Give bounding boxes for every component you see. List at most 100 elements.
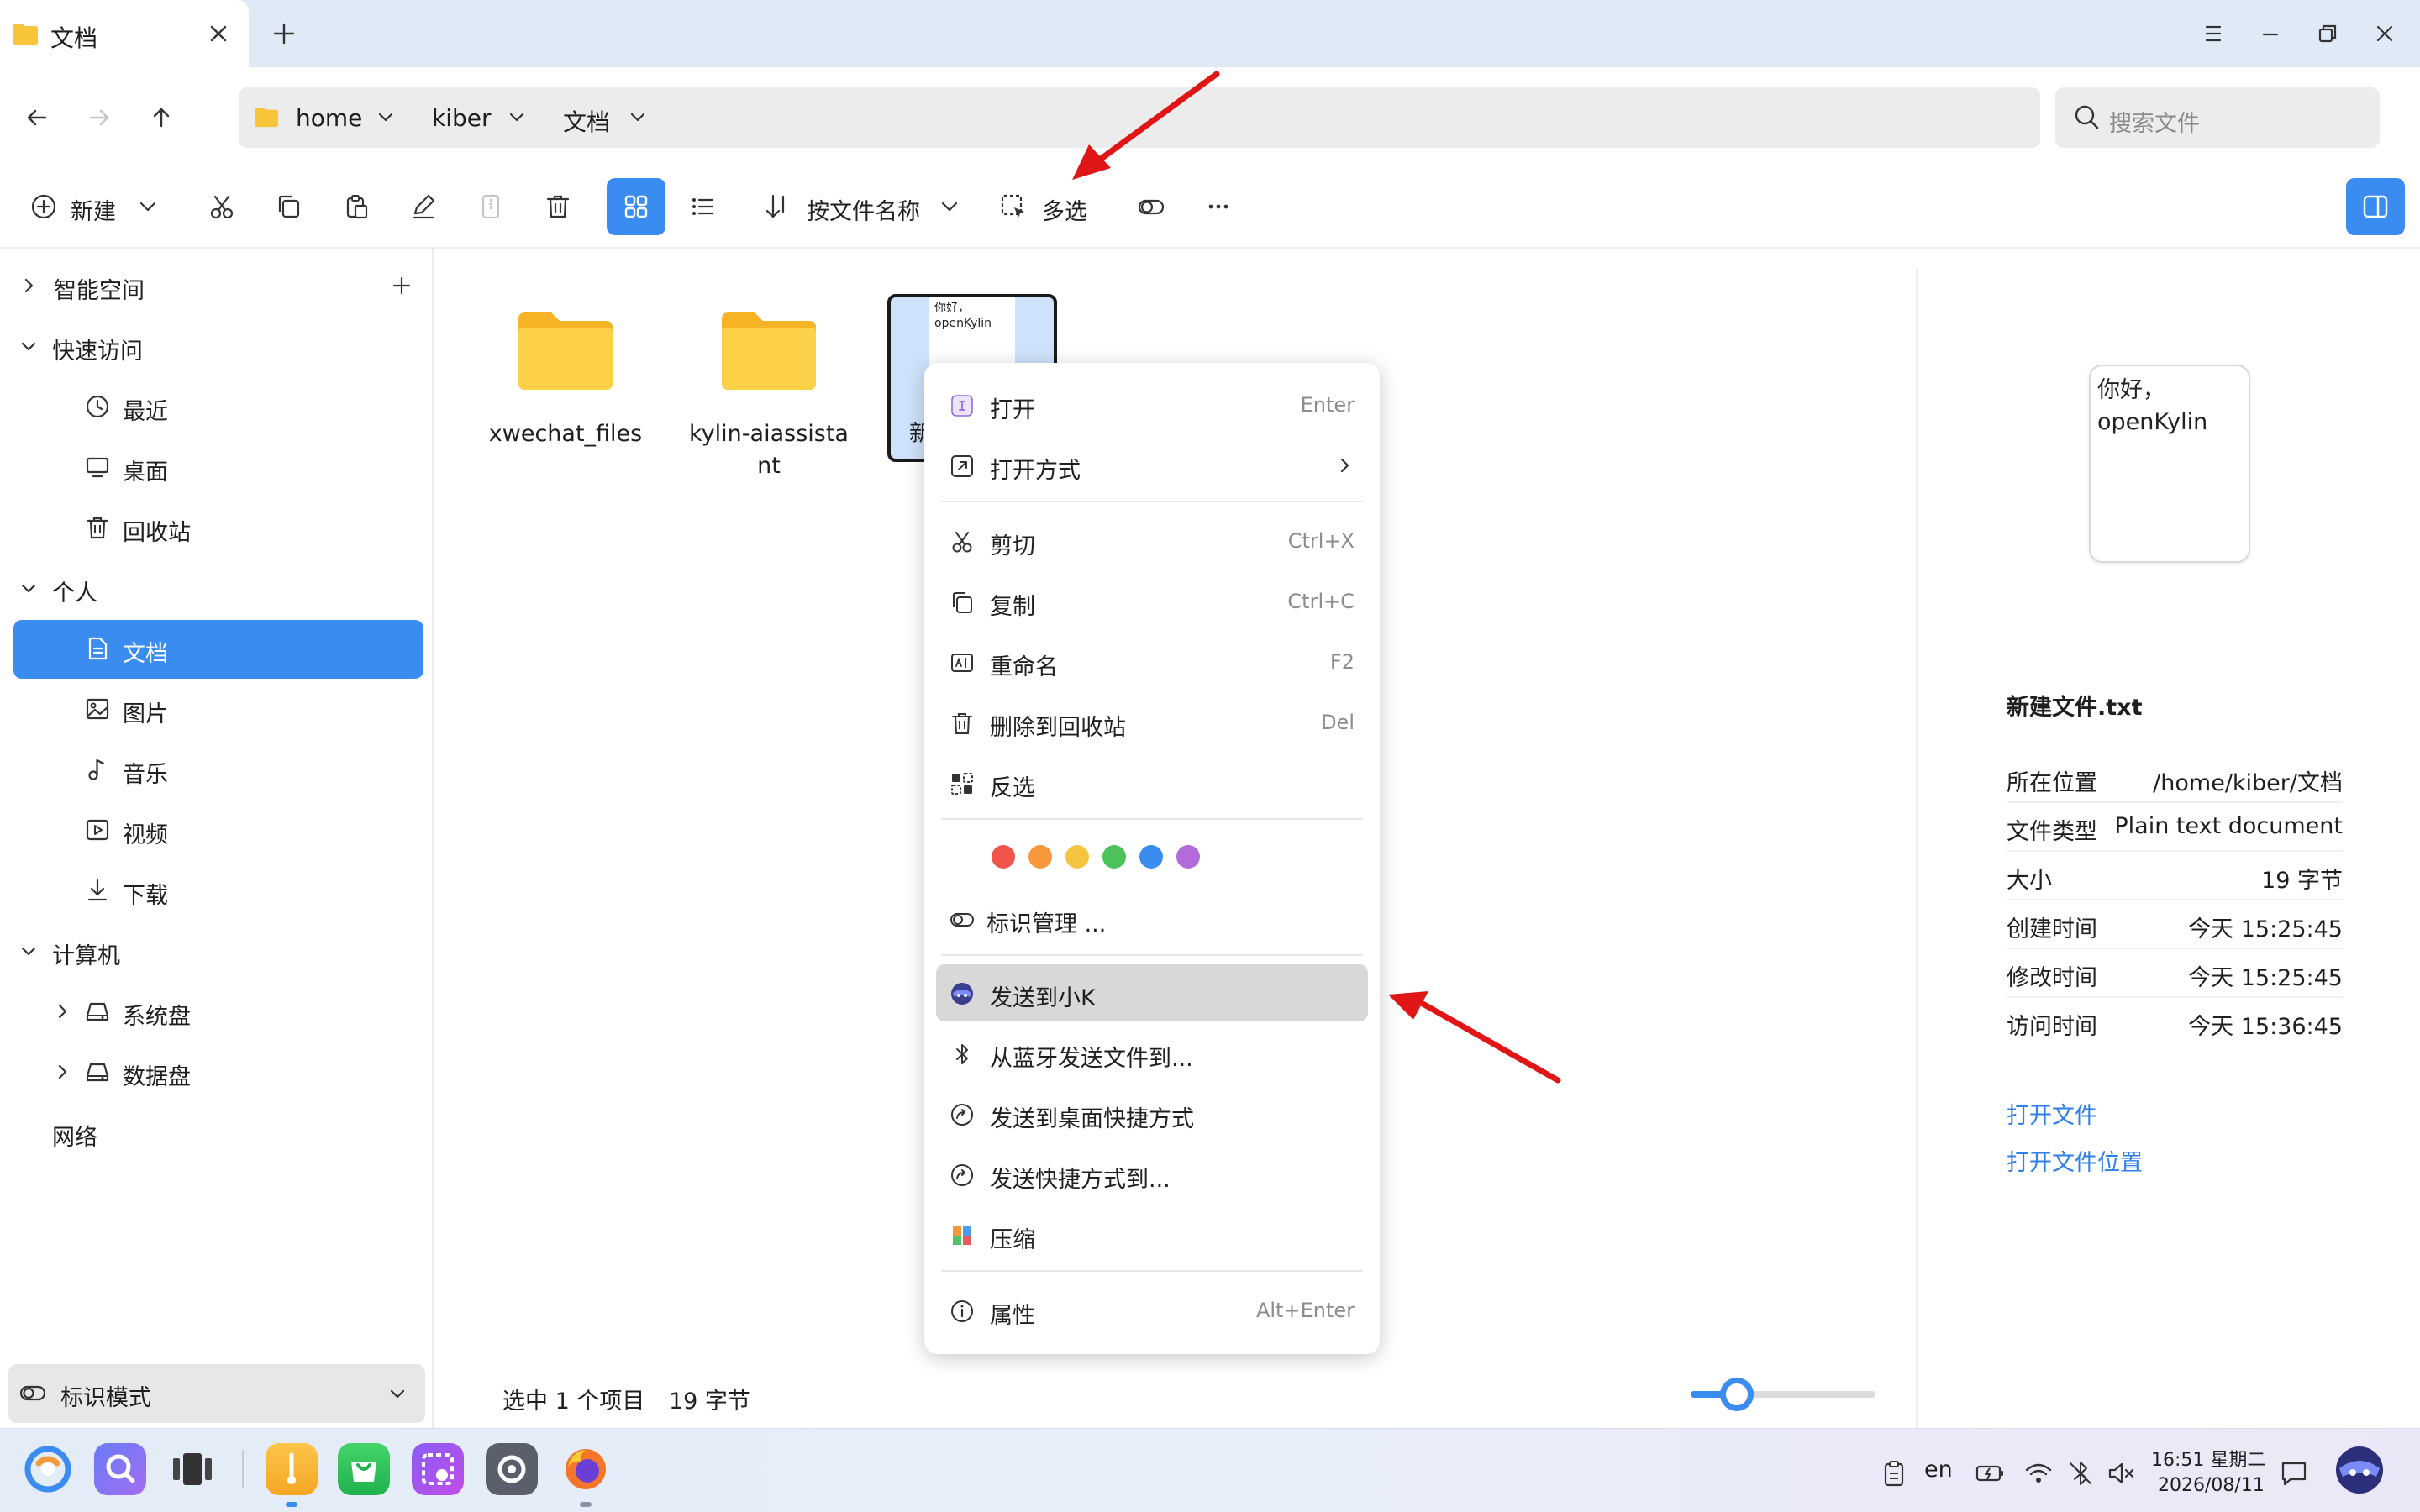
menu-item-send-to-xiaok[interactable]: 发送到小K [936, 964, 1368, 1021]
chevron-down-icon[interactable] [934, 192, 965, 222]
sort-icon[interactable] [763, 192, 793, 222]
open-file-location-link[interactable]: 打开文件位置 [2007, 1144, 2143, 1177]
sidebar-item-computer[interactable]: 计算机 [13, 922, 424, 981]
chevron-down-icon[interactable] [627, 106, 649, 128]
clock-time[interactable]: 16:51 星期二 [2151, 1445, 2265, 1472]
chevron-right-icon[interactable] [17, 274, 40, 297]
menu-item-compress[interactable]: 压缩 [936, 1206, 1368, 1263]
back-arrow-icon[interactable] [20, 101, 54, 134]
menu-item-invert-selection[interactable]: 反选 [936, 754, 1368, 811]
sidebar-item-videos[interactable]: 视频 [13, 801, 424, 860]
search-input[interactable]: 搜索文件 [2055, 87, 2380, 148]
screenshot-app-icon[interactable] [412, 1443, 464, 1495]
file-manager-app-icon[interactable] [266, 1443, 318, 1495]
clock-date[interactable]: 2026/08/11 [2158, 1475, 2265, 1496]
add-circle-icon[interactable] [29, 192, 59, 222]
menu-item-properties[interactable]: 属性 Alt+Enter [936, 1282, 1368, 1339]
close-tab-icon[interactable] [205, 20, 232, 47]
forward-arrow-icon[interactable] [82, 101, 116, 134]
compress-icon[interactable] [476, 192, 506, 222]
volume-muted-icon[interactable] [2106, 1458, 2136, 1488]
sidebar-item-system-disk[interactable]: 系统盘 [13, 983, 424, 1042]
breadcrumb-home[interactable]: home [296, 104, 362, 132]
file-item-xwechat-files[interactable]: xwechat_files [479, 296, 652, 497]
preview-panel-button[interactable] [2346, 178, 2405, 235]
menu-item-open[interactable]: 打开 Enter [936, 376, 1368, 433]
file-item-kylin-aiassistant[interactable]: kylin-aiassistant [682, 296, 855, 497]
list-view-icon[interactable] [687, 192, 718, 222]
chevron-down-icon[interactable] [17, 576, 40, 600]
trash-icon[interactable] [543, 192, 573, 222]
chevron-down-icon[interactable] [375, 106, 397, 128]
tag-color-yellow[interactable] [1065, 845, 1089, 869]
multiselect-button[interactable]: 多选 [1042, 193, 1087, 226]
firefox-app-icon[interactable] [560, 1443, 612, 1495]
bluetooth-off-icon[interactable] [2065, 1458, 2096, 1488]
sidebar-item-desktop[interactable]: 桌面 [13, 438, 424, 497]
sidebar-item-network[interactable]: 网络 [13, 1104, 424, 1163]
sidebar-item-music[interactable]: 音乐 [13, 741, 424, 800]
sidebar-item-data-disk[interactable]: 数据盘 [13, 1043, 424, 1102]
open-file-link[interactable]: 打开文件 [2007, 1097, 2097, 1130]
menu-icon[interactable] [2196, 17, 2230, 50]
up-arrow-icon[interactable] [145, 101, 178, 134]
multitask-view-icon[interactable] [166, 1443, 218, 1495]
xiaok-assistant-icon[interactable] [2334, 1445, 2385, 1495]
minimize-icon[interactable] [2254, 17, 2287, 50]
zoom-slider-handle[interactable] [1720, 1378, 1754, 1411]
breadcrumb-documents[interactable]: 文档 [563, 104, 610, 138]
menu-item-cut[interactable]: 剪切 Ctrl+X [936, 512, 1368, 570]
paste-icon[interactable] [341, 192, 371, 222]
chevron-down-icon[interactable] [17, 939, 40, 963]
sidebar-item-recent[interactable]: 最近 [13, 378, 424, 437]
menu-item-tag-manage[interactable]: 标识管理 ... [936, 890, 1368, 948]
menu-item-rename[interactable]: 重命名 F2 [936, 633, 1368, 690]
breadcrumb-kiber[interactable]: kiber [432, 104, 492, 132]
chevron-right-icon[interactable] [50, 1060, 74, 1084]
menu-item-delete[interactable]: 删除到回收站 Del [936, 694, 1368, 751]
more-icon[interactable] [1203, 192, 1234, 222]
sidebar-item-pictures[interactable]: 图片 [13, 680, 424, 739]
wifi-icon[interactable] [2023, 1458, 2054, 1488]
notification-icon[interactable] [2279, 1458, 2309, 1488]
tag-color-red[interactable] [992, 845, 1015, 869]
restore-icon[interactable] [2311, 17, 2344, 50]
tag-color-blue[interactable] [1139, 845, 1163, 869]
store-app-icon[interactable] [338, 1443, 390, 1495]
sort-by-name-button[interactable]: 按文件名称 [807, 193, 920, 226]
tag-color-orange[interactable] [1028, 845, 1052, 869]
menu-item-send-shortcut[interactable]: 发送快捷方式到... [936, 1146, 1368, 1203]
sidebar-item-quick-access[interactable]: 快速访问 [13, 318, 424, 376]
rename-pen-icon[interactable] [408, 192, 439, 222]
tab-documents[interactable]: 文档 [0, 0, 249, 67]
menu-item-copy[interactable]: 复制 Ctrl+C [936, 573, 1368, 630]
sidebar-item-smart-space[interactable]: 智能空间 [13, 257, 424, 316]
sidebar-item-trash[interactable]: 回收站 [13, 499, 424, 558]
multiselect-icon[interactable] [998, 192, 1028, 222]
start-menu-icon[interactable] [22, 1443, 74, 1495]
search-app-icon[interactable] [94, 1443, 146, 1495]
copy-icon[interactable] [274, 192, 304, 222]
cut-icon[interactable] [207, 192, 237, 222]
tag-color-purple[interactable] [1176, 845, 1200, 869]
input-language[interactable]: en [1924, 1457, 1953, 1483]
mark-mode-dropdown[interactable]: 标识模式 [8, 1364, 425, 1423]
grid-view-button[interactable] [607, 178, 666, 235]
new-tab-icon[interactable] [269, 18, 299, 49]
sidebar-item-downloads[interactable]: 下载 [13, 862, 424, 921]
sidebar-item-personal[interactable]: 个人 [13, 559, 424, 618]
add-icon[interactable] [388, 272, 415, 299]
chevron-down-icon[interactable] [133, 192, 163, 222]
menu-item-bluetooth-send[interactable]: 从蓝牙发送文件到... [936, 1025, 1368, 1082]
menu-item-open-with[interactable]: 打开方式 [936, 437, 1368, 494]
menu-item-desktop-shortcut[interactable]: 发送到桌面快捷方式 [936, 1085, 1368, 1142]
settings-app-icon[interactable] [486, 1443, 538, 1495]
sidebar-item-documents[interactable]: 文档 [13, 620, 424, 679]
tag-icon[interactable] [1136, 192, 1166, 222]
chevron-right-icon[interactable] [50, 1000, 74, 1023]
tag-color-green[interactable] [1102, 845, 1126, 869]
clipboard-icon[interactable] [1879, 1458, 1909, 1488]
chevron-down-icon[interactable] [17, 334, 40, 358]
close-window-icon[interactable] [2368, 17, 2402, 50]
new-button[interactable]: 新建 [71, 193, 116, 226]
